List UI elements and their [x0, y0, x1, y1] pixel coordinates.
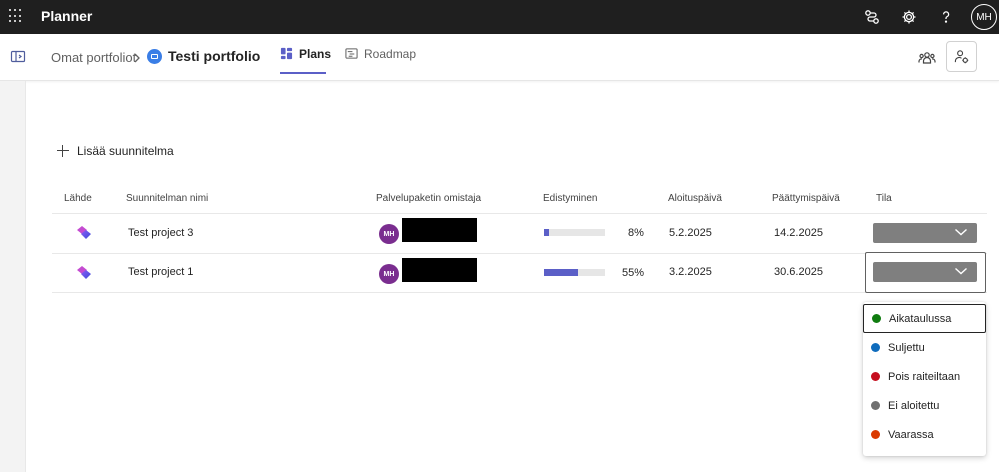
user-avatar[interactable]: MH: [971, 4, 997, 30]
app-title[interactable]: Planner: [41, 8, 92, 24]
connections-icon[interactable]: [861, 6, 883, 28]
table-row[interactable]: Test project 1 MH 55% 3.2.2025 30.6.2025: [52, 254, 987, 292]
status-dropdown[interactable]: [873, 262, 977, 282]
app-launcher-icon[interactable]: [9, 9, 23, 23]
members-icon[interactable]: [916, 47, 938, 69]
status-option-label: Suljettu: [888, 341, 925, 354]
status-option-label: Pois raiteiltaan: [888, 370, 961, 383]
status-dot: [871, 372, 880, 381]
status-dot: [871, 343, 880, 352]
end-date: 30.6.2025: [774, 266, 823, 278]
active-tab-indicator: [280, 72, 326, 74]
progress-fill: [544, 269, 578, 276]
table-divider: [52, 292, 987, 293]
plus-icon: [57, 145, 69, 157]
status-dot: [871, 430, 880, 439]
status-option-at-risk[interactable]: Vaarassa: [863, 420, 986, 449]
start-date: 5.2.2025: [669, 227, 712, 239]
add-plan-button[interactable]: Lisää suunnitelma: [57, 143, 174, 159]
redacted-owner-name: [402, 218, 477, 242]
gear-icon[interactable]: [898, 6, 920, 28]
table-row[interactable]: Test project 3 MH 8% 5.2.2025 14.2.2025: [52, 214, 987, 252]
progress-percent: 8%: [628, 227, 644, 239]
status-option-closed[interactable]: Suljettu: [863, 333, 986, 362]
status-option-off-track[interactable]: Pois raiteiltaan: [863, 362, 986, 391]
manage-access-button[interactable]: [946, 41, 977, 72]
chevron-down-icon: [955, 228, 967, 236]
header-status[interactable]: Tila: [876, 193, 892, 204]
plan-name[interactable]: Test project 3: [128, 227, 193, 239]
progress-percent: 55%: [622, 267, 645, 279]
status-dropdown[interactable]: [873, 223, 977, 243]
status-option-label: Aikataulussa: [889, 312, 952, 325]
status-option-label: Vaarassa: [888, 428, 934, 441]
left-rail: [0, 81, 26, 472]
planner-logo-icon: [77, 226, 91, 239]
collapse-pane-icon[interactable]: [10, 49, 26, 65]
progress-bar: [544, 269, 605, 276]
tab-roadmap-label: Roadmap: [364, 47, 417, 61]
page-title: Testi portfolio: [168, 48, 261, 64]
add-plan-label: Lisää suunnitelma: [77, 144, 174, 158]
tab-roadmap[interactable]: Roadmap: [345, 47, 416, 77]
progress-bar: [544, 229, 605, 236]
header-plan-name[interactable]: Suunnitelman nimi: [126, 193, 208, 204]
header-owner[interactable]: Palvelupaketin omistaja: [376, 193, 481, 204]
header-progress[interactable]: Edistyminen: [543, 193, 597, 204]
app-top-bar: Planner MH: [0, 0, 999, 34]
owner-avatar: MH: [379, 224, 399, 244]
header-start-date[interactable]: Aloituspäivä: [668, 193, 722, 204]
plan-name[interactable]: Test project 1: [128, 266, 193, 278]
end-date: 14.2.2025: [774, 227, 823, 239]
owner-avatar: MH: [379, 264, 399, 284]
start-date: 3.2.2025: [669, 266, 712, 278]
chevron-down-icon: [955, 267, 967, 275]
progress-fill: [544, 229, 549, 236]
tab-plans-label: Plans: [299, 47, 332, 61]
header-end-date[interactable]: Päättymispäivä: [772, 193, 840, 204]
status-dot: [872, 314, 881, 323]
status-option-not-started[interactable]: Ei aloitettu: [863, 391, 986, 420]
help-icon[interactable]: [935, 6, 957, 28]
status-option-label: Ei aloitettu: [888, 399, 940, 412]
redacted-owner-name: [402, 258, 477, 282]
portfolio-icon: [147, 49, 162, 64]
person-settings-icon: [954, 50, 969, 64]
board-icon: [280, 47, 293, 60]
roadmap-icon: [345, 48, 358, 59]
chevron-right-icon: [132, 51, 142, 63]
status-dot: [871, 401, 880, 410]
status-menu: Aikataulussa Suljettu Pois raiteiltaan E…: [863, 302, 986, 456]
planner-logo-icon: [77, 266, 91, 279]
breadcrumb-my-portfolios[interactable]: Omat portfoliot: [51, 50, 136, 65]
header-source: Lähde: [64, 193, 92, 204]
status-option-on-track[interactable]: Aikataulussa: [863, 304, 986, 333]
portfolio-header: Omat portfoliot Testi portfolio Plans Ro…: [0, 34, 999, 81]
